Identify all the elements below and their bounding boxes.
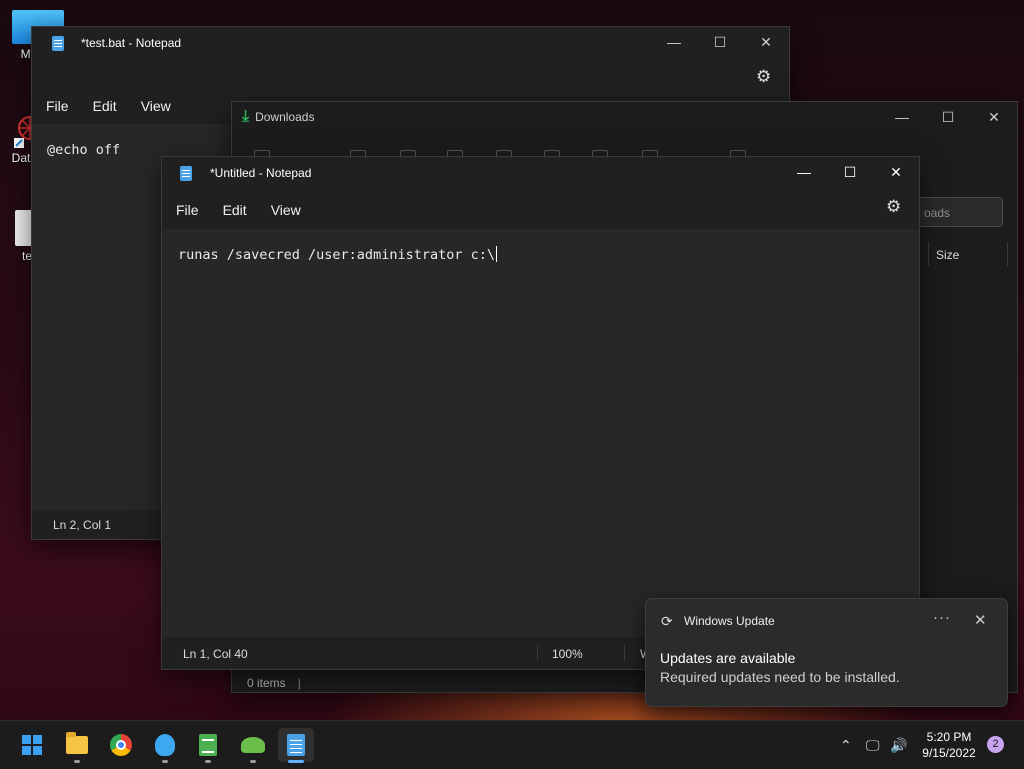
status-divider (537, 645, 538, 661)
text-editor[interactable]: runas /savecred /user:administrator c:\ (162, 229, 919, 637)
menu-bar: File Edit View (164, 197, 919, 223)
text-caret (495, 246, 497, 262)
settings-gear-icon[interactable]: ⚙ (756, 67, 771, 87)
cursor-position: Ln 1, Col 40 (183, 647, 248, 661)
window-controls: — ☐ ✕ (781, 157, 919, 187)
column-header-size[interactable]: Size (928, 242, 1008, 266)
taskbar-notepad[interactable] (278, 728, 314, 763)
menu-file[interactable]: File (164, 202, 211, 218)
clock-date: 9/15/2022 (922, 746, 976, 760)
toast-title: Updates are available (660, 650, 796, 666)
maximize-button[interactable]: ☐ (697, 27, 743, 57)
editor-content: runas /savecred /user:administrator c:\ (178, 246, 497, 263)
file-explorer-icon (66, 732, 88, 754)
status-bar: 0 items | (247, 676, 301, 690)
minimize-button[interactable]: — (651, 27, 697, 57)
download-icon: ⤓ (242, 108, 250, 125)
toast-app-name: Windows Update (684, 614, 775, 628)
spreadsheet-icon (199, 734, 217, 756)
taskbar-turtle-app[interactable] (235, 728, 271, 763)
window-controls: — ☐ ✕ (651, 27, 789, 57)
start-button[interactable] (14, 728, 50, 762)
window-title: Downloads (255, 110, 315, 124)
column-header-label: Size (936, 248, 960, 262)
notification-count-badge[interactable]: 2 (987, 736, 1004, 753)
taskbar: ⌃ 🖵 🔊 5:20 PM 9/15/2022 2 (0, 720, 1024, 769)
tips-icon (155, 734, 175, 756)
maximize-button[interactable]: ☐ (925, 102, 971, 132)
network-icon[interactable]: 🖵 (866, 721, 880, 769)
menu-edit[interactable]: Edit (211, 202, 259, 218)
status-divider (624, 645, 625, 661)
window-title: *Untitled - Notepad (210, 166, 312, 180)
notification-toast[interactable]: ⟳ Windows Update ··· ✕ Updates are avail… (645, 598, 1008, 707)
clock-time: 5:20 PM (926, 730, 972, 744)
settings-gear-icon[interactable]: ⚙ (886, 197, 901, 217)
show-hidden-icons-button[interactable]: ⌃ (840, 721, 852, 769)
chevron-up-icon: ⌃ (840, 736, 852, 753)
search-input[interactable]: oads (915, 197, 1003, 227)
chrome-icon (110, 734, 132, 756)
volume-icon[interactable]: 🔊 (890, 721, 907, 769)
refresh-icon: ⟳ (661, 613, 673, 629)
taskbar-tips[interactable] (147, 728, 183, 763)
status-divider: | (297, 676, 301, 690)
notepad-icon (180, 165, 192, 181)
editor-text-line: runas /savecred /user:administrator c:\ (178, 247, 495, 263)
windows-start-icon (22, 735, 42, 755)
close-button[interactable]: ✕ (971, 102, 1017, 132)
close-button[interactable]: ✕ (743, 27, 789, 57)
item-count: 0 items (247, 676, 286, 690)
window-title: *test.bat - Notepad (81, 36, 182, 50)
window-controls: — ☐ ✕ (879, 102, 1017, 132)
editor-content: @echo off (47, 142, 121, 158)
notepad-window-untitled[interactable]: *Untitled - Notepad — ☐ ✕ File Edit View… (161, 156, 920, 670)
zoom-level: 100% (552, 647, 583, 661)
turtle-app-icon (241, 737, 265, 753)
notepad-icon (52, 35, 64, 51)
taskbar-file-explorer[interactable] (59, 728, 95, 763)
maximize-button[interactable]: ☐ (827, 157, 873, 187)
close-button[interactable]: ✕ (974, 611, 987, 629)
taskbar-chrome[interactable] (103, 728, 139, 762)
more-options-button[interactable]: ··· (933, 609, 951, 626)
menu-edit[interactable]: Edit (81, 98, 129, 114)
minimize-button[interactable]: — (879, 102, 925, 132)
menu-view[interactable]: View (259, 202, 313, 218)
menu-file[interactable]: File (34, 98, 81, 114)
toast-body: Required updates need to be installed. (660, 669, 900, 685)
cursor-position: Ln 2, Col 1 (53, 518, 112, 532)
close-button[interactable]: ✕ (873, 157, 919, 187)
clock[interactable]: 5:20 PM 9/15/2022 (918, 729, 980, 761)
notepad-icon (287, 734, 305, 756)
menu-view[interactable]: View (129, 98, 183, 114)
minimize-button[interactable]: — (781, 157, 827, 187)
taskbar-spreadsheet[interactable] (190, 728, 226, 763)
